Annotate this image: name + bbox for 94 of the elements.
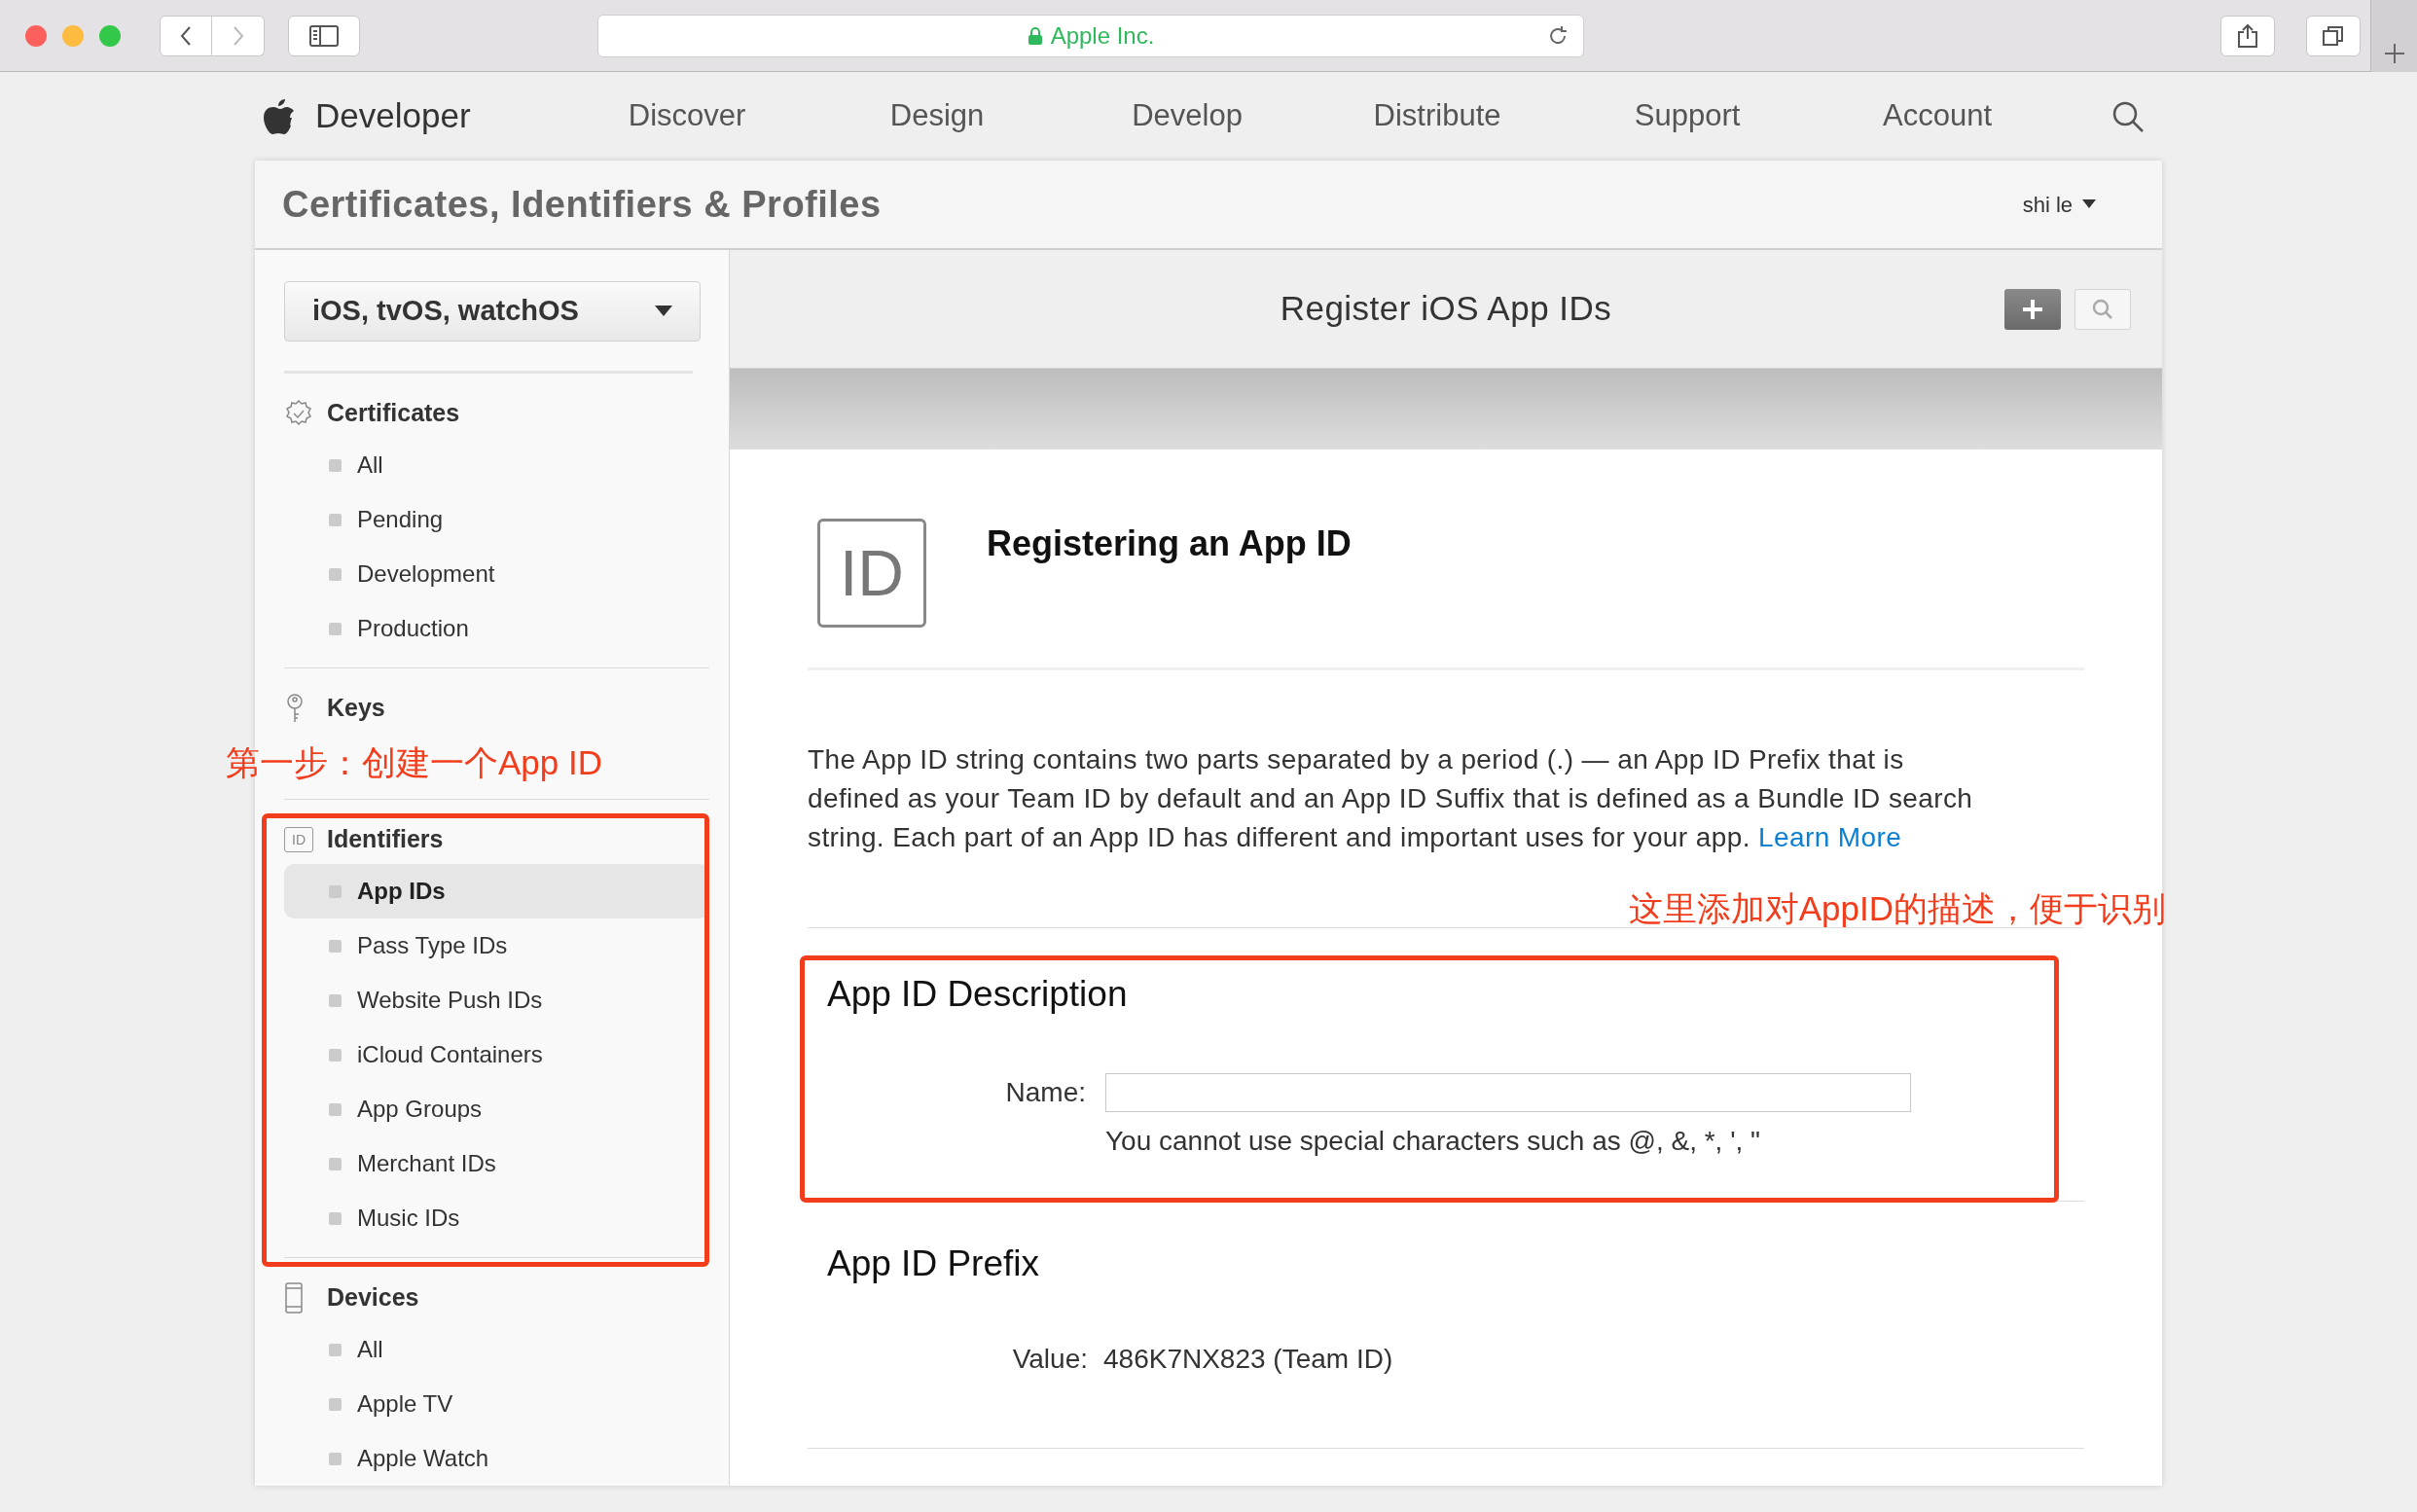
sidebar-item[interactable]: Website Push IDs [284, 973, 709, 1027]
sidebar-item[interactable]: All [284, 438, 709, 492]
certificate-icon [284, 399, 313, 428]
nav-link[interactable]: Design [812, 93, 1063, 139]
sidebar-item-label: App Groups [357, 1095, 483, 1124]
sidebar-item[interactable]: Pass Type IDs [284, 918, 709, 973]
field-hint: You cannot use special characters such as @, &, *, ', " [1105, 1124, 1762, 1158]
section-heading: Keys [327, 693, 385, 724]
sidebar-item-label: Apple TV [357, 1389, 453, 1419]
sidebar-item-label: Pending [357, 505, 444, 534]
bullet-icon [329, 1397, 342, 1411]
sidebar-item-label: Production [357, 614, 469, 643]
sidebar-item[interactable]: Pending [284, 492, 709, 547]
new-tab-button[interactable] [2370, 0, 2417, 72]
tabs-icon [2322, 24, 2345, 47]
share-icon [2237, 22, 2258, 49]
bullet-icon [329, 513, 342, 526]
section-heading: Devices [327, 1282, 419, 1314]
sidebar-item-label: Development [357, 559, 495, 589]
id-badge-icon: ID [817, 519, 926, 628]
section-title: Registering an App ID [987, 522, 1352, 565]
caret-icon [655, 306, 672, 317]
back-button[interactable] [160, 15, 212, 56]
nav-link[interactable]: Distribute [1312, 93, 1563, 139]
sidebar-item-label: App IDs [357, 877, 446, 906]
bullet-icon [329, 1452, 342, 1465]
sidebar-item-label: Music IDs [357, 1204, 460, 1233]
developer-brand[interactable]: Developer [315, 90, 471, 142]
platform-dropdown[interactable]: iOS, tvOS, watchOS [284, 281, 701, 342]
chevron-left-icon [179, 24, 193, 47]
search-icon[interactable] [2111, 99, 2145, 133]
sidebar-item-label: Apple Watch [357, 1444, 489, 1473]
bullet-icon [329, 1048, 342, 1062]
add-button[interactable] [2004, 288, 2061, 330]
bullet-icon [329, 458, 342, 472]
bullet-icon [329, 1211, 342, 1225]
sidebar-item[interactable]: Apple TV [284, 1377, 709, 1431]
page-title: Register iOS App IDs [1280, 288, 1612, 330]
sidebar-item[interactable]: Apple Watch [284, 1431, 709, 1486]
nav-link[interactable]: Develop [1062, 93, 1313, 139]
chevron-right-icon [231, 24, 245, 47]
bullet-icon [329, 622, 342, 635]
section-heading: Certificates [327, 398, 460, 429]
sidebar-icon [309, 24, 339, 47]
sidebar-item[interactable]: Music IDs [284, 1191, 709, 1245]
annotation-text: 这里添加对AppID的描述，便于识别 [1628, 888, 2166, 929]
user-menu[interactable]: shi le [2022, 188, 2096, 221]
bullet-icon [329, 884, 342, 898]
sidebar-item-label: Pass Type IDs [357, 931, 508, 960]
bullet-icon [329, 1157, 342, 1170]
field-group-title: App ID Description [827, 973, 1129, 1016]
sidebar-item-label: Website Push IDs [357, 986, 543, 1015]
sidebar-item-label: Merchant IDs [357, 1149, 496, 1178]
search-button[interactable] [2074, 288, 2131, 330]
caret-icon [2082, 199, 2096, 209]
bullet-icon [329, 1343, 342, 1356]
bullet-icon [329, 1102, 342, 1116]
id-badge-icon: ID [284, 827, 313, 852]
sidebar-item[interactable]: Production [284, 601, 709, 656]
bullet-icon [329, 939, 342, 953]
annotation-text: 第一步：创建一个App ID [226, 742, 602, 783]
close-window-icon[interactable] [25, 24, 47, 47]
sidebar-item[interactable]: All [284, 1322, 709, 1377]
nav-link[interactable]: Support [1562, 93, 1813, 139]
key-icon [284, 693, 306, 724]
nav-link[interactable]: Discover [561, 93, 812, 139]
bullet-icon [329, 567, 342, 581]
field-group-title: App ID Prefix [827, 1242, 1040, 1285]
field-label: Name: [1004, 1075, 1087, 1109]
sidebar-item-label: All [357, 1335, 383, 1364]
sidebar-item[interactable]: Merchant IDs [284, 1136, 709, 1191]
sidebar-item[interactable]: iCloud Containers [284, 1027, 709, 1082]
plus-icon [2021, 297, 2044, 321]
sidebar-item[interactable]: App Groups [284, 1082, 709, 1136]
nav-link[interactable]: Account [1812, 93, 2063, 139]
sidebar-item[interactable]: Development [284, 547, 709, 601]
field-label: Value: [1011, 1343, 1089, 1376]
phone-icon [284, 1282, 304, 1314]
tabs-button[interactable] [2306, 15, 2361, 56]
portal-title: Certificates, Identifiers & Profiles [282, 182, 882, 227]
site-name: Apple Inc. [1050, 20, 1155, 51]
share-button[interactable] [2220, 15, 2275, 56]
apple-logo-icon[interactable] [263, 96, 296, 136]
bullet-icon [329, 993, 342, 1007]
prefix-value: 486K7NX823 (Team ID) [1103, 1343, 1393, 1376]
learn-more-link[interactable]: Learn More [1758, 822, 1902, 852]
sidebar-item-label: iCloud Containers [357, 1040, 543, 1069]
sidebar-item-label: All [357, 450, 383, 480]
search-icon [2092, 298, 2113, 320]
intro-paragraph: The App ID string contains two parts separated by a period (.) — an App ID Prefix that is defined as your Team ID by default and an App ID Suffix that is defined as a Bundle ID search string. Each part of an App ID has different and important uses for your app. Learn More [808, 743, 1974, 854]
plus-icon [2383, 42, 2405, 64]
name-field[interactable] [1105, 1072, 1911, 1112]
sidebar-toggle-button[interactable] [288, 15, 360, 56]
section-heading: Identifiers [327, 824, 444, 855]
